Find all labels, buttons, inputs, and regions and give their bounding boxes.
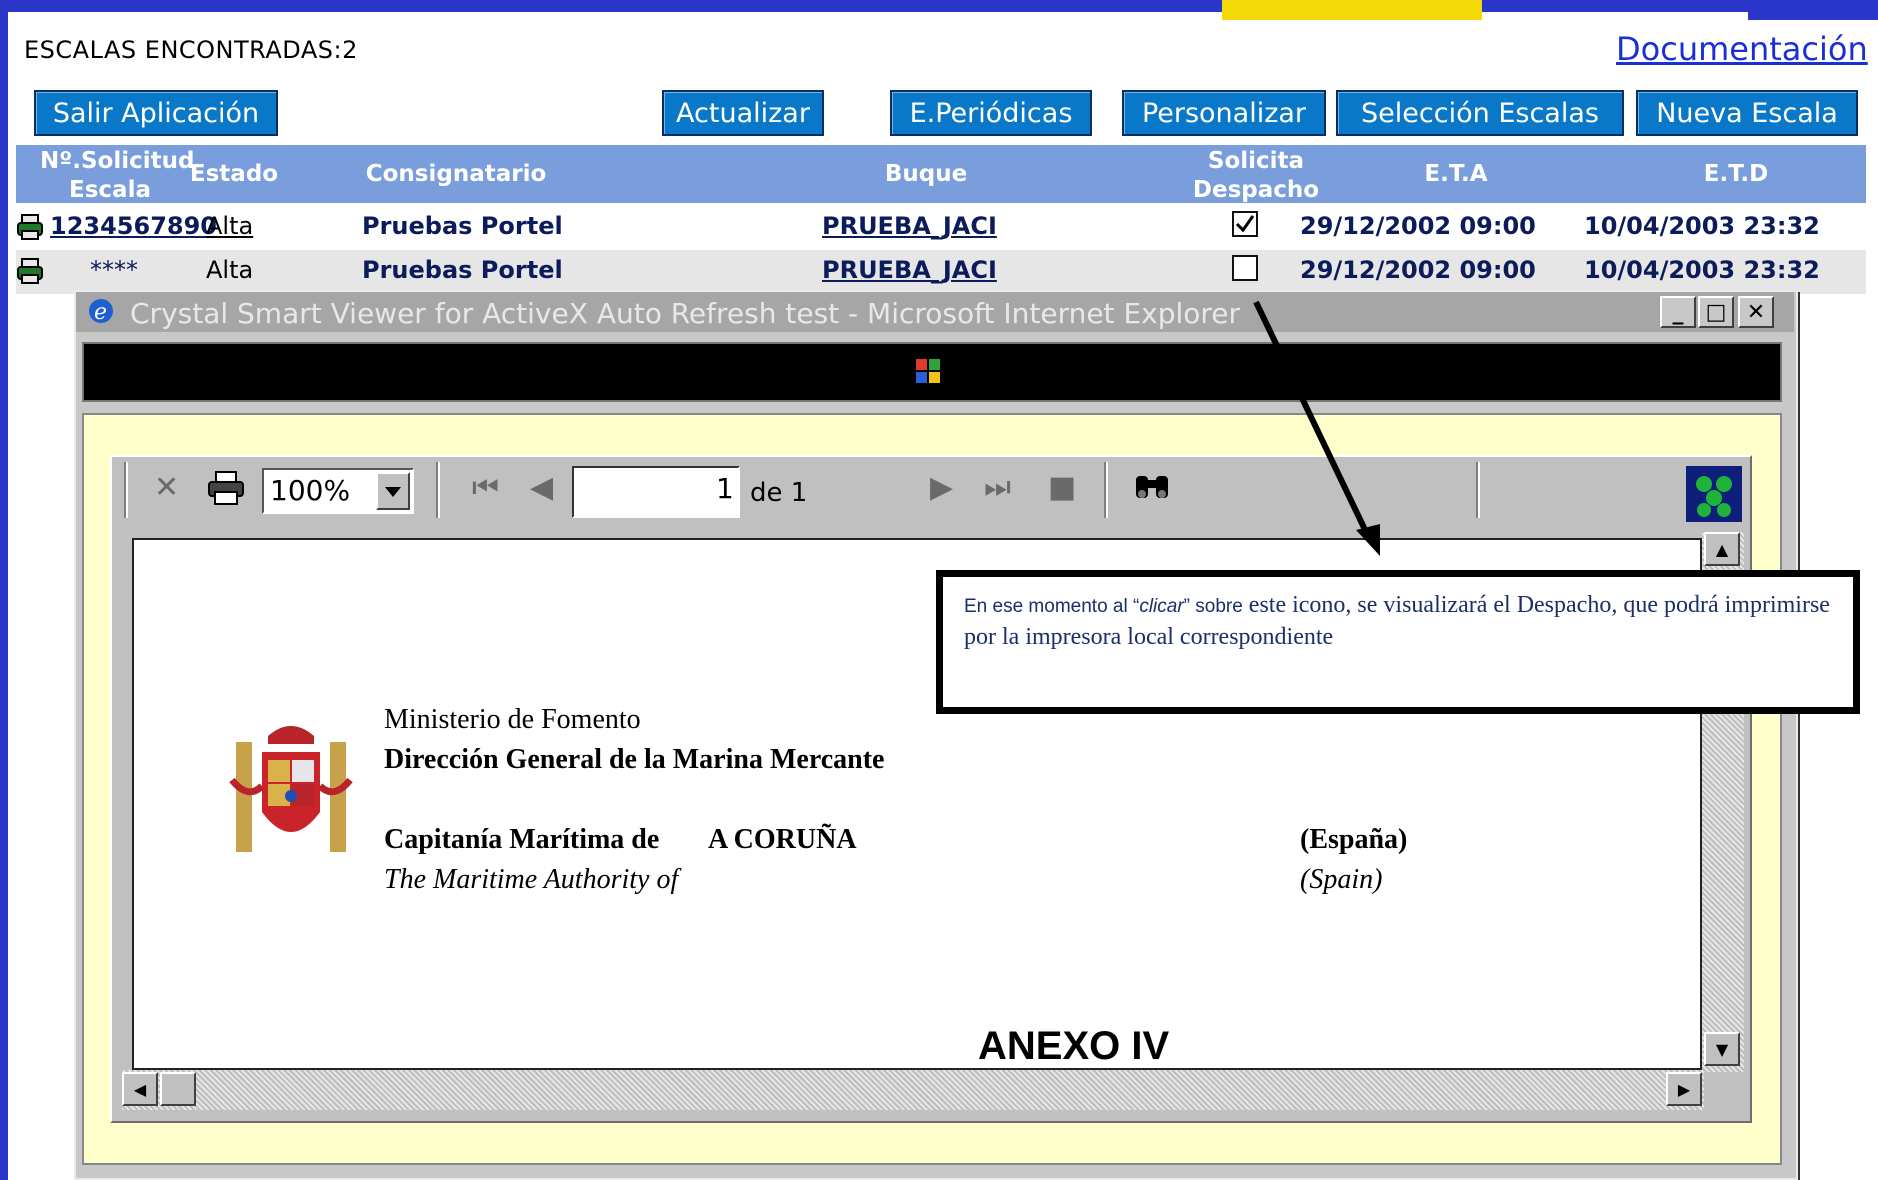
doc-ministry-line: Ministerio de Fomento [384, 704, 641, 735]
consignatario-cell: Pruebas Portel [362, 256, 563, 284]
documentation-link[interactable]: Documentación [1616, 30, 1868, 68]
zoom-dropdown-button[interactable] [376, 472, 410, 510]
toolbar-separator [124, 462, 128, 518]
svg-text:e: e [94, 300, 107, 325]
despacho-checkbox[interactable] [1232, 211, 1258, 237]
refresh-button[interactable]: Actualizar [662, 90, 824, 136]
stop-icon[interactable]: ■ [1048, 470, 1076, 505]
crystal-logo-icon [1686, 466, 1742, 522]
binoculars-search-icon[interactable] [1132, 470, 1172, 504]
solicitud-cell: **** [90, 256, 138, 284]
col-solicitud-header: Nº.Solicitud Escala [40, 148, 195, 203]
estado-cell[interactable]: Alta [206, 212, 253, 240]
top-banner [0, 0, 1878, 12]
etd-cell: 10/04/2003 23:32 [1584, 212, 1820, 240]
etd-cell: 10/04/2003 23:32 [1584, 256, 1820, 284]
doc-capitania-label: Capitanía Marítima de [384, 824, 660, 855]
minimize-button[interactable]: _ [1660, 296, 1696, 328]
doc-directorate-line: Dirección General de la Marina Mercante [384, 744, 885, 775]
eta-cell: 29/12/2002 09:00 [1300, 212, 1536, 240]
page-count: de 1 [750, 478, 808, 508]
buque-link[interactable]: PRUEBA_JACI [822, 256, 997, 284]
checkmark-icon [1235, 215, 1255, 233]
scroll-left-button[interactable]: ◀ [122, 1072, 158, 1106]
table-row: 1234567890 Alta Pruebas Portel PRUEBA_JA… [16, 206, 1866, 250]
doc-country-en: (Spain) [1300, 864, 1383, 895]
buque-link[interactable]: PRUEBA_JACI [822, 212, 997, 240]
horizontal-scrollbar[interactable] [122, 1070, 1704, 1110]
windows-logo-icon [916, 359, 940, 383]
top-banner-accent [1222, 0, 1482, 20]
doc-maritime-authority: The Maritime Authority of [384, 864, 679, 895]
doc-city: A CORUÑA [708, 824, 857, 855]
customize-button[interactable]: Personalizar [1122, 90, 1326, 136]
page-number-value: 1 [716, 472, 734, 505]
scroll-thumb[interactable] [160, 1072, 196, 1106]
select-scales-button[interactable]: Selección Escalas [1336, 90, 1624, 136]
results-count: ESCALAS ENCONTRADAS:2 [24, 36, 358, 64]
periodic-button[interactable]: E.Periódicas [890, 90, 1092, 136]
zoom-value: 100% [270, 474, 351, 507]
col-buque-header: Buque [884, 161, 968, 187]
table-row: **** Alta Pruebas Portel PRUEBA_JACI 29/… [16, 250, 1866, 294]
scroll-down-button[interactable]: ▼ [1704, 1032, 1740, 1066]
top-banner-right [1748, 0, 1878, 20]
print-icon[interactable] [206, 470, 246, 506]
left-frame-border [0, 0, 8, 1180]
printer-icon[interactable] [16, 213, 44, 241]
coat-of-arms-emblem [229, 726, 353, 852]
last-page-icon[interactable]: ⏭ [984, 470, 1011, 505]
toolbar-separator [436, 462, 440, 518]
table-header: Nº.Solicitud Escala Estado Consignatario… [16, 145, 1866, 203]
col-consignatario-header: Consignatario [365, 161, 547, 187]
col-estado-header: Estado [189, 161, 279, 187]
first-page-icon[interactable]: ⏮ [472, 470, 499, 505]
callout-text: En ese momento al “clicar” sobre este ic… [964, 592, 1830, 650]
close-button[interactable]: ✕ [1738, 296, 1774, 328]
exit-app-button[interactable]: Salir Aplicación [34, 90, 278, 136]
estado-cell: Alta [206, 256, 254, 284]
page-number-input[interactable] [572, 466, 740, 518]
chevron-down-icon [385, 487, 401, 497]
solicitud-link[interactable]: 1234567890 [50, 212, 217, 240]
toolbar-separator [1476, 462, 1480, 518]
scroll-right-button[interactable]: ▶ [1666, 1072, 1702, 1106]
maximize-button[interactable]: □ [1698, 296, 1734, 328]
col-eta-header: E.T.A [1424, 161, 1488, 187]
eta-cell: 29/12/2002 09:00 [1300, 256, 1536, 284]
doc-annex-title: ANEXO IV [978, 1024, 1170, 1068]
close-report-icon[interactable]: ✕ [154, 470, 179, 505]
scroll-up-button[interactable]: ▲ [1704, 532, 1740, 566]
ie-logo-icon: e [89, 299, 113, 325]
col-etd-header: E.T.D [1703, 161, 1769, 187]
new-scale-button[interactable]: Nueva Escala [1636, 90, 1858, 136]
ie-window-title: Crystal Smart Viewer for ActiveX Auto Re… [130, 297, 1241, 330]
toolbar-separator [1104, 462, 1108, 518]
doc-country: (España) [1300, 824, 1408, 855]
col-despacho-header: Solicita Despacho [1192, 148, 1320, 203]
consignatario-cell: Pruebas Portel [362, 212, 563, 240]
despacho-checkbox[interactable] [1232, 255, 1258, 281]
prev-page-icon[interactable]: ◀ [530, 470, 553, 505]
printer-icon[interactable] [16, 257, 44, 285]
next-page-icon[interactable]: ▶ [930, 470, 953, 505]
